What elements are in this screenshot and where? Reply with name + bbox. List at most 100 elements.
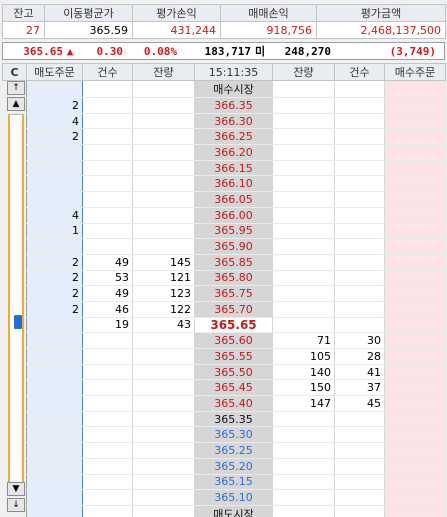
price-cell[interactable]: 365.25 xyxy=(194,442,273,459)
sell-order-cell[interactable]: 2 xyxy=(26,254,83,271)
c-button[interactable]: C xyxy=(2,63,27,81)
buy-order-cell[interactable] xyxy=(384,348,446,365)
sell-order-cell[interactable]: 2 xyxy=(26,301,83,318)
market-sell-label[interactable]: 매수시장 xyxy=(194,80,273,98)
scroll-thumb[interactable] xyxy=(14,315,22,329)
price-cell[interactable]: 365.75 xyxy=(194,285,273,302)
scroll-up-arrow-icon[interactable]: ↑ xyxy=(7,81,25,95)
sell-order-cell[interactable] xyxy=(26,144,83,161)
bid-row: 365.15 xyxy=(2,474,446,491)
buy-count-cell xyxy=(334,144,385,161)
sell-order-cell[interactable] xyxy=(26,426,83,444)
scroll-down-arrow-icon[interactable]: ↓ xyxy=(7,498,25,512)
price-cell[interactable]: 366.15 xyxy=(194,160,273,177)
buy-order-cell[interactable] xyxy=(384,113,446,130)
buy-order-cell[interactable] xyxy=(384,489,446,506)
buy-order-cell[interactable] xyxy=(384,301,446,318)
price-cell[interactable]: 365.80 xyxy=(194,270,273,287)
buy-order-cell[interactable] xyxy=(384,411,446,428)
buy-order-cell[interactable] xyxy=(384,175,446,193)
sell-order-cell[interactable] xyxy=(26,489,83,506)
sell-order-cell[interactable] xyxy=(26,411,83,428)
buy-order-cell[interactable] xyxy=(384,80,446,98)
buy-order-cell[interactable] xyxy=(384,191,446,208)
sell-order-cell[interactable] xyxy=(26,175,83,193)
buy-qty-cell xyxy=(272,207,335,224)
scroll-track[interactable] xyxy=(8,114,24,488)
buy-order-cell[interactable] xyxy=(384,317,446,334)
page-down-icon[interactable]: ▼ xyxy=(7,482,25,496)
price-cell[interactable]: 365.95 xyxy=(194,223,273,240)
price-cell[interactable]: 365.60 xyxy=(194,332,273,349)
buy-order-cell[interactable] xyxy=(384,223,446,240)
buy-order-cell[interactable] xyxy=(384,474,446,491)
sell-order-cell[interactable]: 2 xyxy=(26,285,83,302)
price-cell[interactable]: 365.70 xyxy=(194,301,273,318)
buy-order-cell[interactable] xyxy=(384,285,446,302)
ask-row: 365.90 xyxy=(2,238,446,255)
sell-order-cell[interactable]: 1 xyxy=(26,223,83,240)
price-cell[interactable]: 365.40 xyxy=(194,395,273,412)
price-cell[interactable]: 365.10 xyxy=(194,489,273,506)
price-cell[interactable]: 365.15 xyxy=(194,474,273,491)
buy-order-cell[interactable] xyxy=(384,505,446,517)
sell-order-cell[interactable]: 2 xyxy=(26,128,83,146)
buy-count-cell xyxy=(334,285,385,302)
sell-order-cell[interactable] xyxy=(26,332,83,349)
buy-order-cell[interactable] xyxy=(384,426,446,444)
sell-order-cell[interactable]: 4 xyxy=(26,207,83,224)
buy-order-cell[interactable] xyxy=(384,128,446,146)
price-cell[interactable]: 366.35 xyxy=(194,97,273,114)
sell-order-cell[interactable] xyxy=(26,379,83,397)
sell-order-cell[interactable] xyxy=(26,191,83,208)
price-cell[interactable]: 365.30 xyxy=(194,426,273,444)
price-cell[interactable]: 366.10 xyxy=(194,175,273,193)
sell-order-cell[interactable] xyxy=(26,160,83,177)
ask-row: 366.05 xyxy=(2,191,446,208)
sell-order-cell[interactable]: 4 xyxy=(26,113,83,130)
buy-order-cell[interactable] xyxy=(384,160,446,177)
sell-order-cell[interactable] xyxy=(26,364,83,381)
price-cell[interactable]: 365.65 xyxy=(194,317,273,334)
buy-order-cell[interactable] xyxy=(384,395,446,412)
price-cell[interactable]: 365.50 xyxy=(194,364,273,381)
buy-order-cell[interactable] xyxy=(384,270,446,287)
sell-order-cell[interactable] xyxy=(26,80,83,98)
price-cell[interactable]: 366.00 xyxy=(194,207,273,224)
sell-order-cell[interactable] xyxy=(26,442,83,459)
sell-order-cell[interactable]: 2 xyxy=(26,270,83,287)
buy-order-cell[interactable] xyxy=(384,379,446,397)
price-cell[interactable]: 366.20 xyxy=(194,144,273,161)
buy-order-cell[interactable] xyxy=(384,364,446,381)
buy-order-cell[interactable] xyxy=(384,458,446,475)
price-cell[interactable]: 365.90 xyxy=(194,238,273,255)
sell-order-cell[interactable] xyxy=(26,238,83,255)
sell-order-cell[interactable] xyxy=(26,505,83,517)
sell-order-cell[interactable] xyxy=(26,474,83,491)
sell-order-cell[interactable] xyxy=(26,458,83,475)
price-cell[interactable]: 365.20 xyxy=(194,458,273,475)
buy-order-cell[interactable] xyxy=(384,332,446,349)
sell-order-cell[interactable]: 2 xyxy=(26,97,83,114)
price-cell[interactable]: 365.85 xyxy=(194,254,273,271)
price-cell[interactable]: 366.05 xyxy=(194,191,273,208)
price-cell[interactable]: 365.35 xyxy=(194,411,273,428)
sell-order-cell[interactable] xyxy=(26,348,83,365)
sell-order-cell[interactable] xyxy=(26,395,83,412)
buy-qty-cell xyxy=(272,128,335,146)
page-up-icon[interactable]: ▲ xyxy=(7,97,25,111)
buy-order-cell[interactable] xyxy=(384,97,446,114)
buy-order-cell[interactable] xyxy=(384,254,446,271)
price-cell[interactable]: 365.45 xyxy=(194,379,273,397)
market-buy-label[interactable]: 매도시장 xyxy=(194,505,273,517)
price-cell[interactable]: 366.25 xyxy=(194,128,273,146)
buy-order-cell[interactable] xyxy=(384,144,446,161)
sell-order-cell[interactable] xyxy=(26,317,83,334)
buy-qty-cell xyxy=(272,144,335,161)
buy-order-cell[interactable] xyxy=(384,442,446,459)
buy-order-cell[interactable] xyxy=(384,238,446,255)
price-cell[interactable]: 366.30 xyxy=(194,113,273,130)
price-cell[interactable]: 365.55 xyxy=(194,348,273,365)
current-price: 365.65 xyxy=(23,44,63,58)
buy-order-cell[interactable] xyxy=(384,207,446,224)
